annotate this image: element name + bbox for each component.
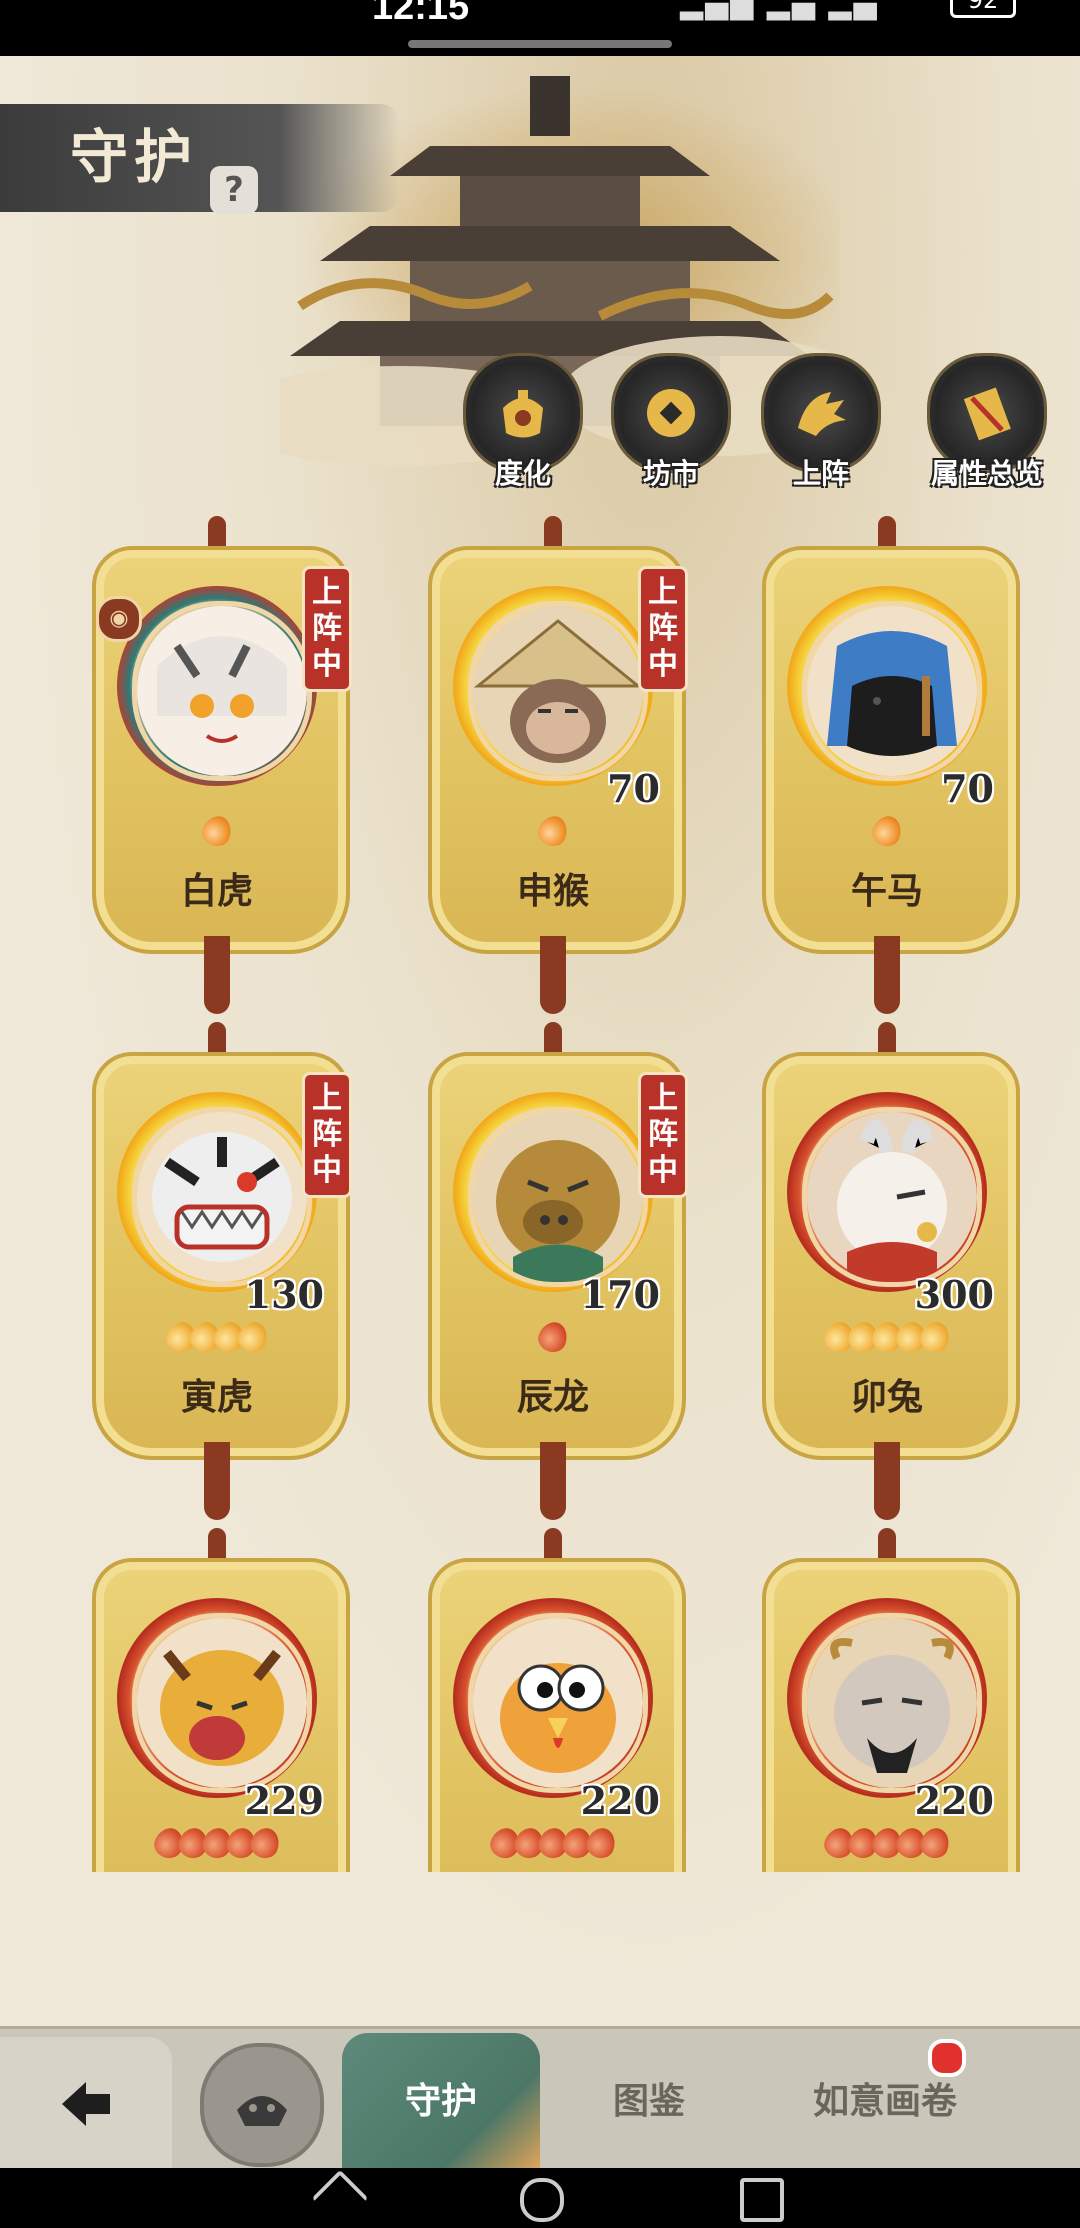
flame-icon (534, 812, 572, 850)
flame-rank (762, 1824, 1012, 1862)
flame-rank (92, 1318, 342, 1356)
nav-home-icon[interactable] (520, 2178, 564, 2222)
deployed-tag: 上阵中 (302, 566, 352, 692)
page-title: 守护 (70, 123, 199, 191)
attributes-overview-label: 属性总览 (930, 457, 1043, 490)
bottom-tab-bar: 守护 图鉴 如意画卷 (0, 2026, 1080, 2171)
flame-icon (868, 812, 906, 850)
attributes-overview-button[interactable]: 属性总览 (912, 356, 1062, 496)
guardian-portrait (468, 1613, 648, 1793)
guardian-name: 卯兔 (850, 1376, 923, 1418)
flame-icon (582, 1824, 620, 1862)
top-handle (408, 40, 672, 48)
guardian-screen: 守护 ? 度化 坊市 上阵 属性总览 白虎上阵中 ◉ 70 申猴 上 阵 中 7… (0, 56, 1080, 2026)
guardian-card[interactable]: 220酉鸡 (428, 1528, 686, 1872)
guardian-card[interactable]: 170 辰龙 上阵中 (428, 1022, 688, 1522)
refine-label: 度化 (494, 457, 551, 490)
nav-recents-icon[interactable] (740, 2178, 784, 2222)
status-bar: 12:15 ▂▄▆ ▂▄ ▂▄ 92 (0, 0, 1080, 56)
notification-dot (928, 2039, 966, 2077)
guardian-card[interactable]: 229戌狗 (92, 1528, 350, 1872)
card-tassel (204, 1442, 230, 1520)
guardian-portrait (802, 1107, 982, 1287)
guardian-name: 午马 (850, 870, 923, 912)
back-button[interactable] (0, 2037, 172, 2171)
guardian-card[interactable]: 白虎 上阵中 ◉ (92, 516, 352, 1016)
market-button[interactable]: 坊市 (596, 356, 746, 496)
flame-icon (234, 1318, 272, 1356)
guardian-level: 170 (580, 1272, 660, 1317)
guardian-name: 白虎 (180, 870, 253, 912)
guardian-portrait (132, 601, 312, 781)
guardian-icon (237, 2096, 287, 2126)
deploy-button[interactable]: 上阵 (746, 356, 896, 496)
deployed-tag: 上阵中 (638, 1072, 688, 1198)
card-tassel (540, 936, 566, 1014)
tab-scroll[interactable]: 如意画卷 (760, 2033, 1010, 2171)
deployed-tag: 上阵中 (638, 566, 688, 692)
guardian-tab-icon-button[interactable] (200, 2043, 324, 2167)
flame-rank (428, 812, 678, 850)
title-banner (0, 104, 400, 212)
guardian-name: 申猴 (516, 870, 589, 912)
guardian-level: 300 (914, 1272, 994, 1317)
guardian-scroll-area[interactable]: 守护 ? 度化 坊市 上阵 属性总览 白虎上阵中 ◉ 70 申猴 上 阵 中 7… (0, 56, 1080, 1872)
guardian-portrait (132, 1613, 312, 1793)
tab-guardian[interactable]: 守护 (342, 2033, 540, 2171)
guardian-level: 229 (244, 1778, 324, 1823)
card-tassel (540, 1442, 566, 1520)
flame-icon (916, 1318, 954, 1356)
guardian-portrait (468, 601, 648, 781)
guardian-card[interactable]: 70 申猴 上阵中 (428, 516, 688, 1016)
guardian-card[interactable]: 70 午马 (762, 516, 1020, 1016)
tab-codex[interactable]: 图鉴 (574, 2033, 724, 2171)
flame-rank (762, 1318, 1012, 1356)
guardian-portrait (802, 1613, 982, 1793)
guardian-card[interactable]: 220未羊 (762, 1528, 1020, 1872)
guardian-portrait (132, 1107, 312, 1287)
flame-icon (246, 1824, 284, 1862)
card-tassel (204, 936, 230, 1014)
deployed-tag: 上阵中 (302, 1072, 352, 1198)
flame-rank (92, 812, 342, 850)
back-arrow-icon (62, 2082, 110, 2126)
card-tassel (874, 1442, 900, 1520)
system-nav-bar (0, 2168, 1080, 2228)
guardian-level: 220 (914, 1778, 994, 1823)
nav-back-icon[interactable] (311, 2169, 369, 2227)
flame-icon (198, 812, 236, 850)
element-badge-icon: ◉ (96, 596, 142, 642)
flame-icon (916, 1824, 954, 1862)
flame-icon (534, 1318, 572, 1356)
guardian-card[interactable]: 130 寅虎 上阵中 (92, 1022, 352, 1522)
guardian-level: 70 (607, 766, 660, 811)
guardian-level: 220 (580, 1778, 660, 1823)
flame-rank (428, 1318, 678, 1356)
status-time: 12:15 (372, 0, 470, 28)
flame-rank (428, 1824, 678, 1862)
guardian-level: 70 (941, 766, 994, 811)
card-tassel (874, 936, 900, 1014)
guardian-card[interactable]: 300 卯兔 (762, 1022, 1020, 1522)
guardian-portrait (468, 1107, 648, 1287)
guardian-name: 辰龙 (516, 1376, 589, 1418)
refine-button[interactable]: 度化 (448, 356, 598, 496)
flame-rank (762, 812, 1012, 850)
battery-level: 92 (950, 0, 1016, 18)
help-icon[interactable]: ? (210, 166, 258, 214)
guardian-portrait (802, 601, 982, 781)
market-label: 坊市 (642, 457, 699, 490)
guardian-name: 寅虎 (180, 1376, 253, 1418)
signal-icon: ▂▄▆ ▂▄ ▂▄ (680, 0, 879, 21)
guardian-level: 130 (244, 1272, 324, 1317)
deploy-label: 上阵 (792, 457, 849, 490)
flame-rank (92, 1824, 342, 1862)
